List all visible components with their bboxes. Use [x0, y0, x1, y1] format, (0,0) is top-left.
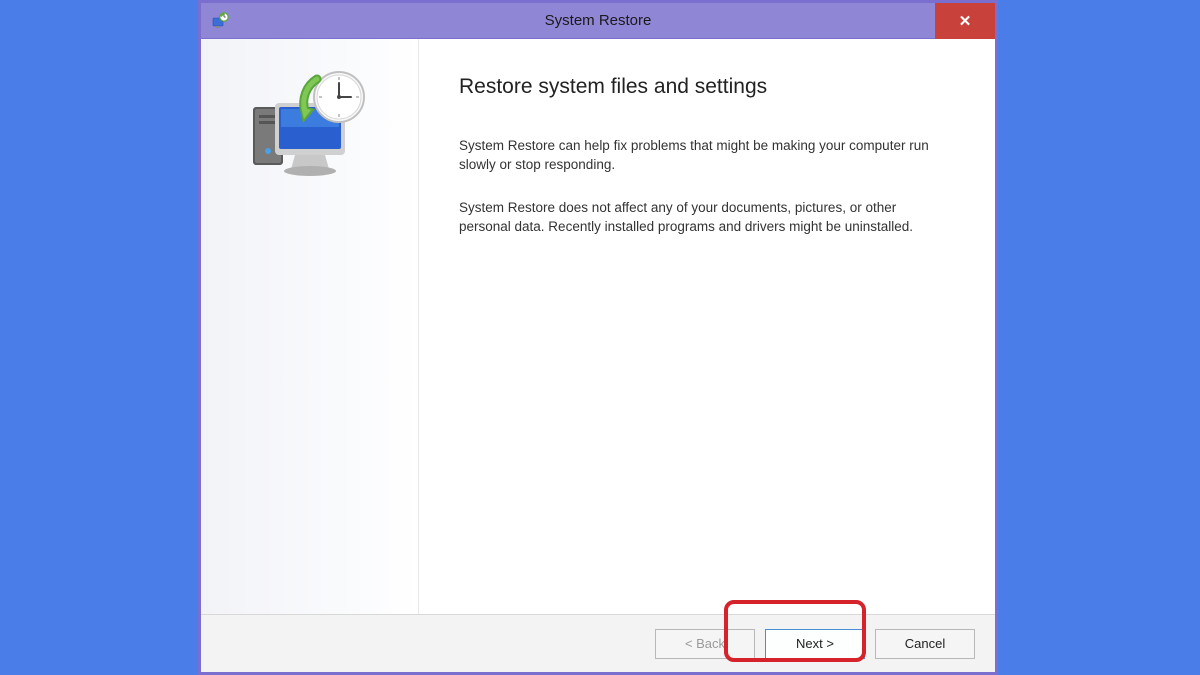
back-button: < Back [655, 629, 755, 659]
content-area: Restore system files and settings System… [201, 39, 995, 614]
wizard-main-panel: Restore system files and settings System… [419, 39, 995, 614]
restore-clock-monitor-icon [245, 69, 375, 189]
page-heading: Restore system files and settings [459, 75, 955, 99]
description-paragraph-1: System Restore can help fix problems tha… [459, 137, 939, 175]
titlebar: System Restore ✕ [201, 3, 995, 39]
wizard-sidebar [201, 39, 419, 614]
next-button[interactable]: Next > [765, 629, 865, 659]
system-restore-icon [211, 12, 229, 30]
close-icon: ✕ [959, 12, 972, 30]
description-paragraph-2: System Restore does not affect any of yo… [459, 199, 939, 237]
wizard-button-bar: < Back Next > Cancel [201, 614, 995, 672]
cancel-button[interactable]: Cancel [875, 629, 975, 659]
close-button[interactable]: ✕ [935, 3, 995, 39]
window-title: System Restore [201, 12, 995, 29]
system-restore-window: System Restore ✕ [198, 0, 998, 675]
